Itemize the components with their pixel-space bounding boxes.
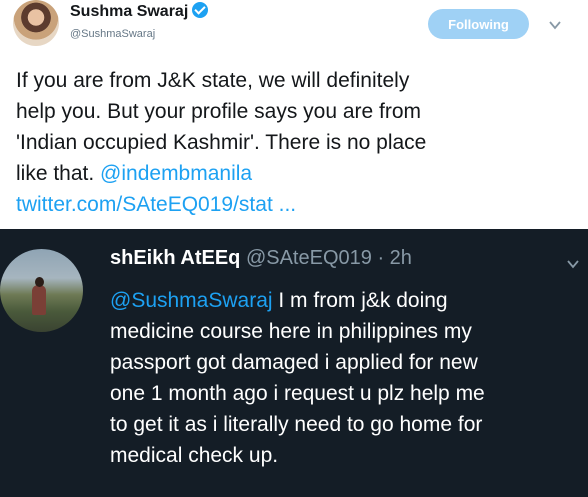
tweet-text: If you are from J&K state, we will defin… [16,65,581,220]
reply-text-line: one 1 month ago i request u plz help me [110,382,485,405]
reply-text-line: medicine course here in philippines my [110,320,472,343]
chevron-down-icon[interactable] [566,257,580,271]
avatar-figure [32,285,46,315]
author-name[interactable]: Sushma Swaraj [70,2,209,21]
reply-text-line: passport got damaged i applied for new [110,351,478,374]
avatar-head [35,277,44,287]
reply-text-fragment: I m from j&k doing [272,289,448,312]
reply-text-line: medical check up. [110,444,279,467]
reply-timestamp[interactable]: 2h [390,247,412,269]
reply-tweet: shEikh AtEEq @SAteEQ019 · 2h @SushmaSwar… [0,229,588,497]
tweet-url-link[interactable]: twitter.com/SAteEQ019/stat ... [16,189,581,220]
tweet-text-line: like that. @indembmanila [16,158,581,189]
following-button[interactable]: Following [428,9,529,39]
tweet-text-line: help you. But your profile says you are … [16,100,422,123]
reply-text-line: to get it as i literally need to go home… [110,413,483,436]
chevron-down-icon[interactable] [548,18,562,32]
reply-text-line: @SushmaSwaraj I m from j&k doing [110,285,585,316]
separator-dot: · [371,247,390,269]
mention-link[interactable]: @indembmanila [100,162,252,185]
reply-text: @SushmaSwaraj I m from j&k doing medicin… [110,285,585,471]
tweet-text-line: 'Indian occupied Kashmir'. There is no p… [16,131,427,154]
verified-badge-icon [192,2,209,18]
reply-author-name[interactable]: shEikh AtEEq [110,247,240,269]
reply-author-line: shEikh AtEEq @SAteEQ019 · 2h [110,247,412,270]
reply-avatar[interactable] [0,249,83,332]
author-name-text[interactable]: Sushma Swaraj [70,3,188,20]
author-handle[interactable]: @SushmaSwaraj [70,28,155,40]
tweet-text-fragment: like that. [16,162,101,185]
avatar[interactable] [13,0,59,46]
original-tweet: Sushma Swaraj @SushmaSwaraj Following If… [0,0,588,229]
reply-author-handle[interactable]: @SAteEQ019 [246,247,372,269]
tweet-text-line: If you are from J&K state, we will defin… [16,69,410,92]
mention-link[interactable]: @SushmaSwaraj [110,289,273,312]
